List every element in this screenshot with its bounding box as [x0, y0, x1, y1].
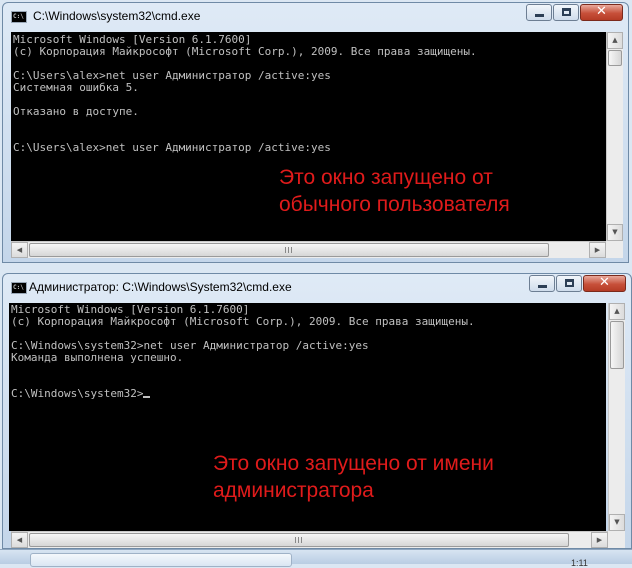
window-controls: ✕ — [528, 275, 626, 292]
minimize-button[interactable] — [526, 4, 552, 21]
arrow-down-icon: ▼ — [612, 228, 618, 236]
title-bar[interactable]: C:\ Администратор: C:\Windows\System32\c… — [3, 274, 631, 301]
console-output[interactable]: Microsoft Windows [Version 6.1.7600] (c)… — [11, 32, 606, 241]
arrow-left-icon: ◀ — [16, 536, 23, 544]
horizontal-scroll-thumb[interactable] — [29, 243, 549, 257]
arrow-up-icon: ▲ — [614, 307, 620, 315]
vertical-scrollbar[interactable]: ▲ ▼ — [606, 32, 623, 241]
minimize-icon — [538, 285, 547, 288]
maximize-button[interactable] — [553, 4, 579, 21]
scroll-left-button[interactable]: ◀ — [11, 242, 28, 258]
close-button[interactable]: ✕ — [583, 275, 626, 292]
scroll-up-button[interactable]: ▲ — [609, 303, 625, 320]
vertical-scroll-thumb[interactable] — [610, 321, 624, 369]
minimize-icon — [535, 14, 544, 17]
arrow-down-icon: ▼ — [614, 518, 620, 526]
horizontal-scrollbar[interactable]: ◀ ▶ — [11, 241, 606, 258]
close-button[interactable]: ✕ — [580, 4, 623, 21]
arrow-up-icon: ▲ — [612, 36, 618, 44]
console-line: Системная ошибка 5. — [13, 81, 139, 94]
scroll-up-button[interactable]: ▲ — [607, 32, 623, 49]
maximize-icon — [565, 279, 574, 287]
close-icon: ✕ — [596, 4, 607, 19]
resize-corner — [608, 531, 625, 548]
window-title: C:\Windows\system32\cmd.exe — [33, 9, 201, 23]
horizontal-scroll-thumb[interactable] — [29, 533, 569, 547]
annotation-caption-line: Это окно запущено от имени — [213, 452, 494, 475]
maximize-button[interactable] — [556, 275, 582, 292]
resize-corner — [606, 241, 623, 258]
console-app-icon[interactable]: C:\ — [11, 11, 27, 23]
vertical-scroll-thumb[interactable] — [608, 50, 622, 66]
cmd-window-admin[interactable]: C:\ Администратор: C:\Windows\System32\c… — [2, 273, 632, 549]
vertical-scrollbar[interactable]: ▲ ▼ — [608, 303, 625, 531]
text-cursor — [143, 396, 151, 398]
taskbar: 1:11 — [0, 549, 632, 568]
close-icon: ✕ — [599, 275, 610, 290]
console-line: C:\Windows\system32> — [11, 387, 144, 400]
maximize-icon — [562, 8, 571, 16]
horizontal-scrollbar[interactable]: ◀ ▶ — [11, 531, 608, 548]
scroll-down-button[interactable]: ▼ — [609, 514, 625, 531]
arrow-left-icon: ◀ — [16, 246, 23, 254]
window-controls: ✕ — [525, 4, 623, 21]
arrow-right-icon: ▶ — [594, 246, 601, 254]
arrow-right-icon: ▶ — [596, 536, 603, 544]
window-title: Администратор: C:\Windows\System32\cmd.e… — [29, 280, 292, 294]
prompt-line[interactable]: C:\Windows\system32> — [11, 387, 151, 400]
minimize-button[interactable] — [529, 275, 555, 292]
grip-icon — [285, 247, 292, 253]
console-line: C:\Users\alex>net user Администратор /ac… — [13, 141, 331, 154]
scroll-left-button[interactable]: ◀ — [11, 532, 28, 548]
cmd-window-user[interactable]: C:\ C:\Windows\system32\cmd.exe ✕ Micros… — [2, 2, 629, 263]
console-line: (c) Корпорация Майкрософт (Microsoft Cor… — [11, 315, 475, 328]
grip-icon — [295, 537, 302, 543]
console-line: (c) Корпорация Майкрософт (Microsoft Cor… — [13, 45, 477, 58]
annotation-caption-line: администратора — [213, 479, 374, 502]
scroll-down-button[interactable]: ▼ — [607, 224, 623, 241]
title-bar[interactable]: C:\ C:\Windows\system32\cmd.exe ✕ — [3, 3, 628, 30]
console-output[interactable]: Microsoft Windows [Version 6.1.7600] (c)… — [9, 303, 606, 531]
console-line: Команда выполнена успешно. — [11, 351, 184, 364]
tray-clock[interactable]: 1:11 — [571, 558, 588, 568]
scroll-right-button[interactable]: ▶ — [589, 242, 606, 258]
annotation-caption-line: Это окно запущено от — [279, 166, 493, 189]
taskbar-cmd-button[interactable] — [30, 553, 292, 567]
console-app-icon[interactable]: C:\ — [11, 282, 27, 294]
annotation-caption-line: обычного пользователя — [279, 193, 510, 216]
console-line: Отказано в доступе. — [13, 105, 139, 118]
scroll-right-button[interactable]: ▶ — [591, 532, 608, 548]
